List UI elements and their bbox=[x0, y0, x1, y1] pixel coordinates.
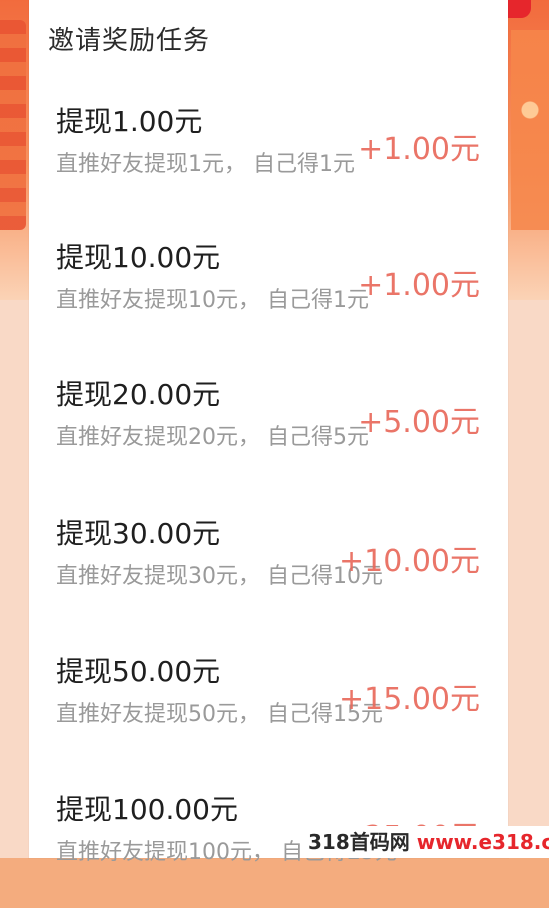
task-item[interactable]: 提现1.00元 直推好友提现1元， 自己得1元 +1.00元 bbox=[29, 100, 508, 220]
task-item[interactable]: 提现10.00元 直推好友提现10元， 自己得1元 +1.00元 bbox=[29, 236, 508, 356]
task-reward: +15.00元 bbox=[338, 682, 480, 717]
task-item[interactable]: 提现20.00元 直推好友提现20元， 自己得5元 +5.00元 bbox=[29, 373, 508, 493]
task-title: 提现10.00元 bbox=[56, 241, 221, 274]
task-description: 直推好友提现10元， 自己得1元 bbox=[56, 288, 369, 313]
task-title: 提现30.00元 bbox=[56, 517, 221, 550]
task-title: 提现1.00元 bbox=[56, 105, 203, 138]
watermark-domain: www.e318.com bbox=[416, 830, 549, 854]
watermark-brand: 318首码网 bbox=[308, 830, 410, 854]
decor-right-lantern bbox=[511, 30, 549, 230]
task-description: 直推好友提现30元， 自己得10元 bbox=[56, 564, 383, 589]
task-title: 提现20.00元 bbox=[56, 378, 221, 411]
task-description: 直推好友提现1元， 自己得1元 bbox=[56, 152, 355, 177]
task-reward: +5.00元 bbox=[358, 405, 480, 440]
task-reward: +1.00元 bbox=[358, 268, 480, 303]
card-title: 邀请奖励任务 bbox=[48, 26, 211, 56]
task-description: 直推好友提现20元， 自己得5元 bbox=[56, 425, 369, 450]
task-reward: +10.00元 bbox=[338, 544, 480, 579]
site-watermark: 318首码网 www.e318.com bbox=[300, 826, 549, 858]
task-description: 直推好友提现50元， 自己得15元 bbox=[56, 702, 383, 727]
task-item[interactable]: 提现30.00元 直推好友提现30元， 自己得10元 +10.00元 bbox=[29, 512, 508, 632]
task-item[interactable]: 提现50.00元 直推好友提现50元， 自己得15元 +15.00元 bbox=[29, 650, 508, 770]
decor-left-banner bbox=[0, 20, 26, 230]
task-title: 提现50.00元 bbox=[56, 655, 221, 688]
task-title: 提现100.00元 bbox=[56, 793, 238, 826]
task-reward: +1.00元 bbox=[358, 132, 480, 167]
invite-reward-card: 邀请奖励任务 提现1.00元 直推好友提现1元， 自己得1元 +1.00元 提现… bbox=[29, 0, 508, 865]
